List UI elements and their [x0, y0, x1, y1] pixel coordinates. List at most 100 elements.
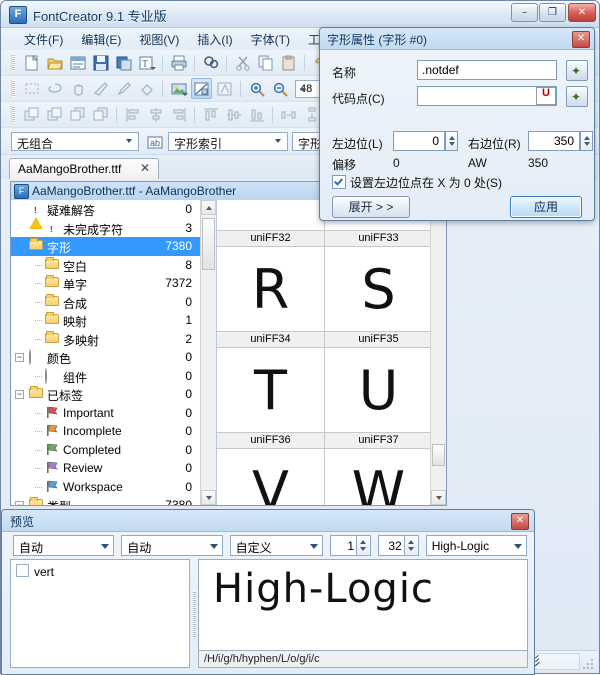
send-backward-icon[interactable]: [67, 104, 88, 125]
menu-edit[interactable]: 编辑(E): [72, 29, 130, 50]
apply-button[interactable]: 应用: [510, 196, 582, 218]
tree-vertical-scrollbar[interactable]: [200, 200, 216, 505]
opentype-feature-list[interactable]: vert: [10, 559, 190, 668]
caret-down-icon[interactable]: [360, 546, 367, 551]
lasso-icon[interactable]: [44, 78, 65, 99]
preview-language-combo[interactable]: 自动: [121, 534, 223, 556]
scroll-thumb[interactable]: [202, 218, 215, 270]
tree-row[interactable]: 映射 1: [11, 311, 216, 330]
copy-icon[interactable]: [255, 52, 276, 73]
distribute-horizontal-icon[interactable]: [278, 104, 299, 125]
align-center-icon[interactable]: [145, 104, 166, 125]
expand-button[interactable]: 展开 > >: [332, 196, 410, 218]
fill-icon[interactable]: [136, 78, 157, 99]
image-icon[interactable]: [168, 78, 189, 99]
tree-row[interactable]: Incomplete 0: [11, 422, 216, 441]
chevron-down-icon[interactable]: [182, 93, 188, 96]
preview-sampletype-combo[interactable]: 自定义: [229, 534, 324, 556]
glyph-cell[interactable]: uniFF36 V: [217, 433, 325, 505]
caret-down-icon[interactable]: [449, 142, 455, 146]
tree-row[interactable]: − 颜色 0: [11, 348, 216, 367]
scroll-up-button[interactable]: [201, 200, 216, 215]
rsb-field[interactable]: 350: [528, 131, 580, 151]
maximize-button[interactable]: ❐: [539, 3, 566, 22]
send-to-back-icon[interactable]: [90, 104, 111, 125]
preview-page-spinner[interactable]: 1: [330, 534, 372, 556]
name-field[interactable]: .notdef: [417, 60, 557, 80]
preview-render-area[interactable]: High-Logic: [198, 559, 528, 650]
chevron-down-icon[interactable]: [121, 133, 136, 150]
chevron-down-icon[interactable]: [300, 87, 306, 92]
toolbar-grip[interactable]: [11, 54, 15, 71]
preview-size-spinner[interactable]: 32: [378, 534, 419, 556]
tree-row[interactable]: 单字 7372: [11, 274, 216, 293]
lsb-spinner[interactable]: [445, 131, 458, 151]
toolbar-grip[interactable]: [11, 80, 15, 97]
tree-row[interactable]: Important 0: [11, 404, 216, 423]
chevron-down-icon[interactable]: [101, 543, 110, 549]
tree-row[interactable]: 多映射 2: [11, 330, 216, 349]
chevron-down-icon[interactable]: [270, 133, 285, 150]
align-right-icon[interactable]: [168, 104, 189, 125]
tree-row[interactable]: − 类型 7380: [11, 496, 216, 505]
tree-expander-icon[interactable]: −: [15, 390, 24, 399]
lsb-field[interactable]: 0: [393, 131, 445, 151]
preview-script-combo[interactable]: 自动: [13, 534, 115, 556]
tree-row[interactable]: − 已标签 0: [11, 385, 216, 404]
name-wand-button[interactable]: ✦: [566, 60, 588, 81]
feature-checkbox[interactable]: [16, 564, 29, 577]
glyph-cell[interactable]: uniFF37 W: [325, 433, 433, 505]
resize-grip[interactable]: [583, 657, 596, 670]
document-tab[interactable]: AaMangoBrother.ttf ✕: [9, 158, 159, 179]
glyph-cell[interactable]: [217, 200, 325, 231]
tree-row[interactable]: 未完成字符 3: [11, 219, 216, 248]
tree-row[interactable]: 空白 8: [11, 256, 216, 275]
scroll-down-button[interactable]: [201, 490, 216, 505]
unicode-icon[interactable]: U: [536, 87, 556, 105]
zoom-in-icon[interactable]: [246, 78, 267, 99]
tree-row[interactable]: 字形 7380: [11, 237, 216, 256]
align-left-icon[interactable]: [122, 104, 143, 125]
set-lsb-checkbox[interactable]: 设置左边位点在 X 为 0 处(S): [332, 174, 502, 191]
tree-row[interactable]: Review 0: [11, 459, 216, 478]
new-icon[interactable]: [21, 52, 42, 73]
bring-to-front-icon[interactable]: [21, 104, 42, 125]
save-icon[interactable]: [90, 52, 111, 73]
font-properties-icon[interactable]: T: [136, 52, 157, 73]
spinner-buttons[interactable]: [356, 535, 371, 555]
tree-row[interactable]: 疑难解答 0: [11, 200, 216, 229]
tree-expander-icon[interactable]: −: [15, 501, 24, 505]
align-middle-icon[interactable]: [223, 104, 244, 125]
glyph-transform-icon[interactable]: [214, 78, 235, 99]
menu-view[interactable]: 视图(V): [130, 29, 188, 50]
find-icon[interactable]: [200, 52, 221, 73]
script-map-icon[interactable]: ab: [144, 131, 165, 152]
spinner-buttons[interactable]: [403, 535, 418, 555]
chevron-down-icon[interactable]: [513, 543, 522, 549]
chevron-down-icon[interactable]: [150, 67, 156, 70]
caret-up-icon[interactable]: [584, 136, 590, 140]
chevron-down-icon[interactable]: [209, 543, 218, 549]
tree-expander-icon[interactable]: −: [15, 353, 24, 362]
tree-row[interactable]: 合成 0: [11, 293, 216, 312]
codepoint-wand-button[interactable]: ✦: [566, 86, 588, 107]
preview-splitter[interactable]: [190, 559, 198, 668]
menu-insert[interactable]: 插入(I): [188, 29, 241, 50]
glyph-grid-panel[interactable]: uniFF32 RuniFF33 SuniFF34 TuniFF35 UuniFF36 V…: [217, 200, 446, 505]
paste-icon[interactable]: [278, 52, 299, 73]
contour-toggle-icon[interactable]: [191, 78, 212, 99]
align-bottom-icon[interactable]: [246, 104, 267, 125]
grid-vertical-scrollbar[interactable]: [430, 200, 446, 505]
rsb-spinner[interactable]: [580, 131, 593, 151]
minimize-button[interactable]: –: [511, 3, 538, 22]
chevron-down-icon[interactable]: [310, 543, 319, 549]
menu-file[interactable]: 文件(F): [15, 29, 72, 50]
glyph-category-tree[interactable]: 疑难解答 0 未完成字符 3 字形 7380 空白 8 单字 7372 合成 0 映射 1 多映射 2 − 颜色 0…: [11, 200, 217, 505]
print-icon[interactable]: [168, 52, 189, 73]
save-as-icon[interactable]: [113, 52, 134, 73]
caret-down-icon[interactable]: [584, 142, 590, 146]
caret-down-icon[interactable]: [407, 546, 414, 551]
tree-row[interactable]: Completed 0: [11, 441, 216, 460]
group-combo[interactable]: 无组合: [11, 131, 139, 151]
close-button[interactable]: ✕: [568, 3, 596, 22]
